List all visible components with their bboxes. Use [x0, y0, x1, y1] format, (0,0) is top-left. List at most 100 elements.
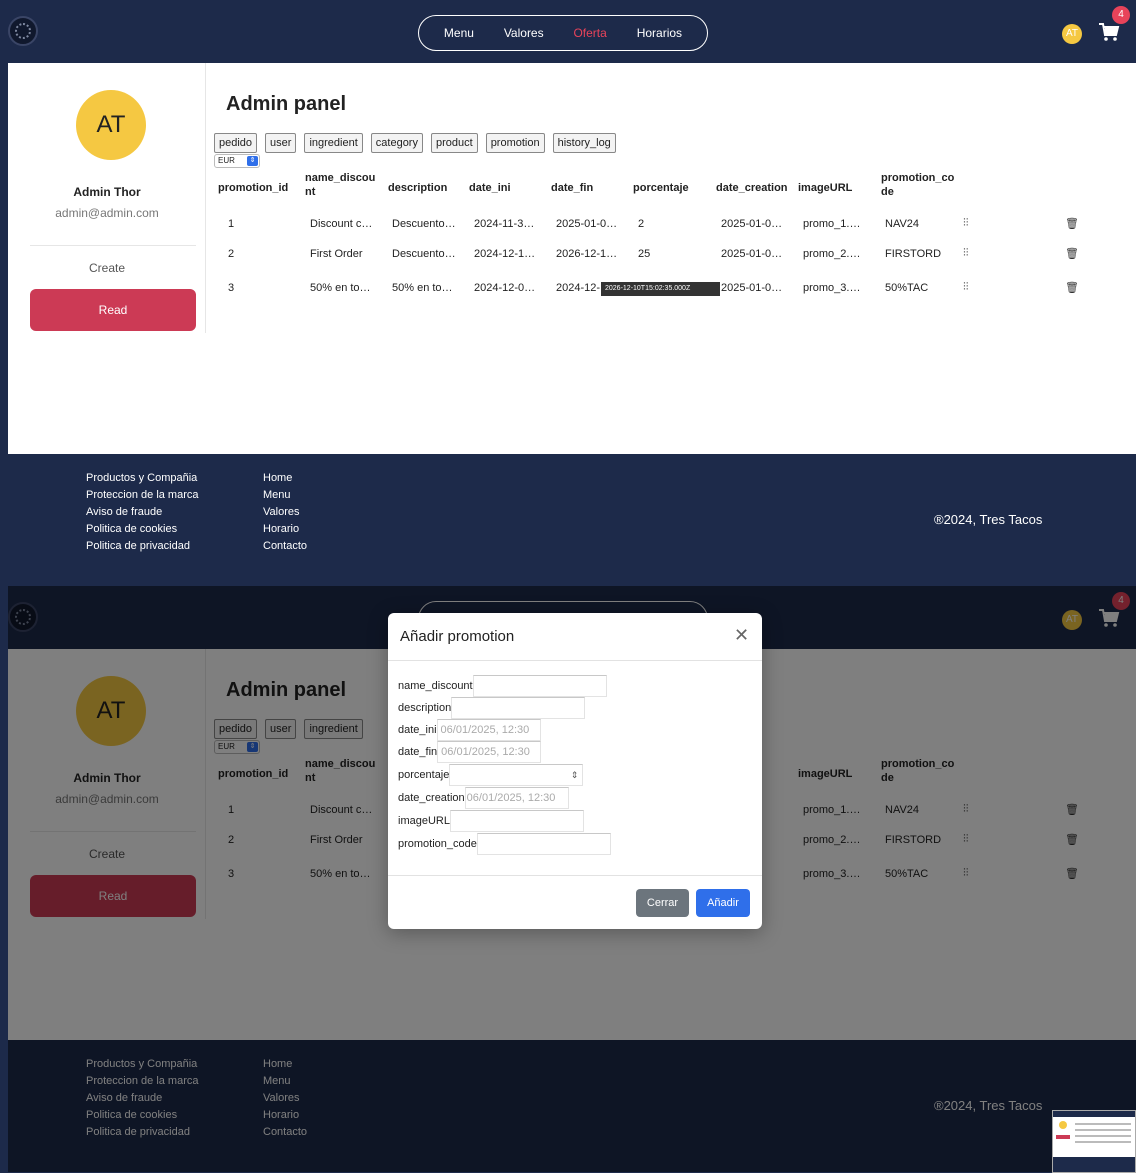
table-cell: 2: [228, 248, 235, 260]
nav-link-valores[interactable]: Valores: [504, 26, 544, 40]
footer-link[interactable]: Horario: [263, 521, 307, 538]
select-arrows-icon: ⇕: [247, 156, 258, 166]
footer-link[interactable]: Politica de cookies: [86, 521, 199, 538]
tab-pedido[interactable]: pedido: [214, 133, 258, 153]
column-header: promotion_id: [218, 182, 289, 194]
table-cell: 2025-01-0…: [721, 282, 783, 294]
table-cell: Descuento…: [392, 218, 456, 230]
date-creation-input[interactable]: 06/01/2025, 12:30: [464, 787, 569, 809]
modal-title: Añadir promotion: [400, 628, 515, 645]
footer-link[interactable]: Politica de privacidad: [86, 538, 199, 555]
description-input[interactable]: [451, 697, 586, 719]
logo-icon[interactable]: [8, 16, 38, 46]
trash-icon[interactable]: 🗑: [1065, 247, 1079, 260]
table-cell: 2: [638, 218, 645, 230]
tab-user[interactable]: user: [265, 133, 297, 153]
add-button[interactable]: Añadir: [696, 889, 750, 917]
table-cell: 3: [228, 282, 235, 294]
user-avatar[interactable]: AT: [1062, 24, 1082, 44]
table-cell: 2025-01-0…: [556, 218, 618, 230]
table-cell: 1: [228, 218, 235, 230]
footer-link[interactable]: Contacto: [263, 538, 307, 555]
porcentaje-input[interactable]: ⇕: [449, 764, 584, 786]
tab-product[interactable]: product: [430, 133, 478, 153]
column-header: date_ini: [469, 182, 511, 194]
tab-history-log[interactable]: history_log: [552, 133, 616, 153]
close-icon[interactable]: ✕: [734, 625, 749, 646]
column-header: date_fin: [551, 182, 594, 194]
tab-category[interactable]: category: [370, 133, 423, 153]
nav-link-menu[interactable]: Menu: [444, 26, 474, 40]
table-cell: 50% en to…: [392, 282, 453, 294]
field-label: promotion_code: [398, 838, 477, 850]
table-cell: 50% en to…: [310, 282, 371, 294]
date-ini-input[interactable]: 06/01/2025, 12:30: [436, 719, 541, 741]
table-cell: 2024-12-1…: [474, 248, 536, 260]
table-cell: 50%TAC: [885, 282, 929, 294]
cart-icon[interactable]: [1098, 22, 1120, 42]
table-cell: FIRSTORD: [885, 248, 942, 260]
table-tabs: pedido user ingredient category product …: [214, 133, 616, 153]
table-cell: promo_2.…: [803, 248, 861, 260]
spinner-icon[interactable]: ⇕: [571, 765, 579, 785]
sidebar: AT Admin Thor admin@admin.com Create Rea…: [8, 63, 206, 333]
footer-link[interactable]: Proteccion de la marca: [86, 487, 199, 504]
footer-link[interactable]: Menu: [263, 487, 307, 504]
table-cell: promo_3.…: [803, 282, 861, 294]
table-cell: 2026-12-1…: [556, 248, 618, 260]
name-discount-input[interactable]: [472, 675, 607, 697]
table-cell: First Order: [310, 248, 363, 260]
divider: [30, 245, 196, 246]
edit-sliders-icon[interactable]: ⫶⫶: [963, 281, 969, 294]
footer-link[interactable]: Home: [263, 470, 307, 487]
nav-link-oferta[interactable]: Oferta: [573, 26, 606, 40]
modal-header: Añadir promotion ✕: [388, 613, 762, 661]
trash-icon[interactable]: 🗑: [1065, 217, 1079, 230]
profile-avatar: AT: [76, 90, 146, 160]
table-cell: 2024-11-3…: [474, 218, 535, 230]
field-label: porcentaje: [398, 769, 450, 781]
user-name: Admin Thor: [73, 185, 141, 199]
edit-sliders-icon[interactable]: ⫶⫶: [963, 247, 969, 260]
tab-ingredient[interactable]: ingredient: [304, 133, 363, 153]
main-panel: Admin panel pedido user ingredient categ…: [214, 63, 1136, 453]
admin-screen: Menu Valores Oferta Horarios AT 4 AT Adm…: [8, 0, 1136, 586]
promotion-code-input[interactable]: [476, 833, 611, 855]
form-row: porcentaje ⇕: [398, 764, 584, 786]
currency-select[interactable]: EUR ⇕: [214, 154, 260, 168]
column-header: promotion_co de: [881, 172, 955, 198]
create-link[interactable]: Create: [8, 261, 206, 275]
table-cell: promo_1.…: [803, 218, 861, 230]
trash-icon[interactable]: 🗑: [1065, 281, 1079, 294]
close-button[interactable]: Cerrar: [636, 889, 689, 917]
cart-count-badge: 4: [1112, 6, 1130, 24]
footer-link[interactable]: Valores: [263, 504, 307, 521]
form-row: promotion_code: [398, 833, 611, 855]
field-label: date_creation: [398, 792, 465, 804]
form-row: name_discount: [398, 675, 607, 697]
table-cell: 25: [638, 248, 651, 260]
column-header: description: [388, 182, 448, 194]
read-button[interactable]: Read: [30, 289, 196, 331]
screenshot-thumbnail[interactable]: [1052, 1110, 1136, 1173]
table-cell: 2025-01-0…: [721, 218, 783, 230]
cell-tooltip: 2026-12-10T15:02:35.000Z: [601, 282, 720, 296]
image-url-input[interactable]: [449, 810, 584, 832]
user-email: admin@admin.com: [55, 206, 159, 220]
page-title: Admin panel: [226, 93, 347, 115]
admin-screen-with-modal: AT 4 AT Admin Thor admin@admin.com Creat…: [8, 586, 1136, 1172]
footer-link[interactable]: Aviso de fraude: [86, 504, 199, 521]
field-label: imageURL: [398, 815, 450, 827]
table-cell: 2024-12-0…: [474, 282, 536, 294]
edit-sliders-icon[interactable]: ⫶⫶: [963, 217, 969, 230]
footer-link[interactable]: Productos y Compañia: [86, 470, 199, 487]
navbar: Menu Valores Oferta Horarios AT 4: [8, 0, 1136, 63]
nav-link-horarios[interactable]: Horarios: [637, 26, 682, 40]
table-cell: Descuento…: [392, 248, 456, 260]
date-fin-input[interactable]: 06/01/2025, 12:30: [437, 741, 542, 763]
field-label: name_discount: [398, 680, 473, 692]
currency-value: EUR: [218, 156, 235, 165]
footer-links-site: Home Menu Valores Horario Contacto: [263, 470, 307, 555]
tab-promotion[interactable]: promotion: [485, 133, 545, 153]
form-row: imageURL: [398, 810, 584, 832]
